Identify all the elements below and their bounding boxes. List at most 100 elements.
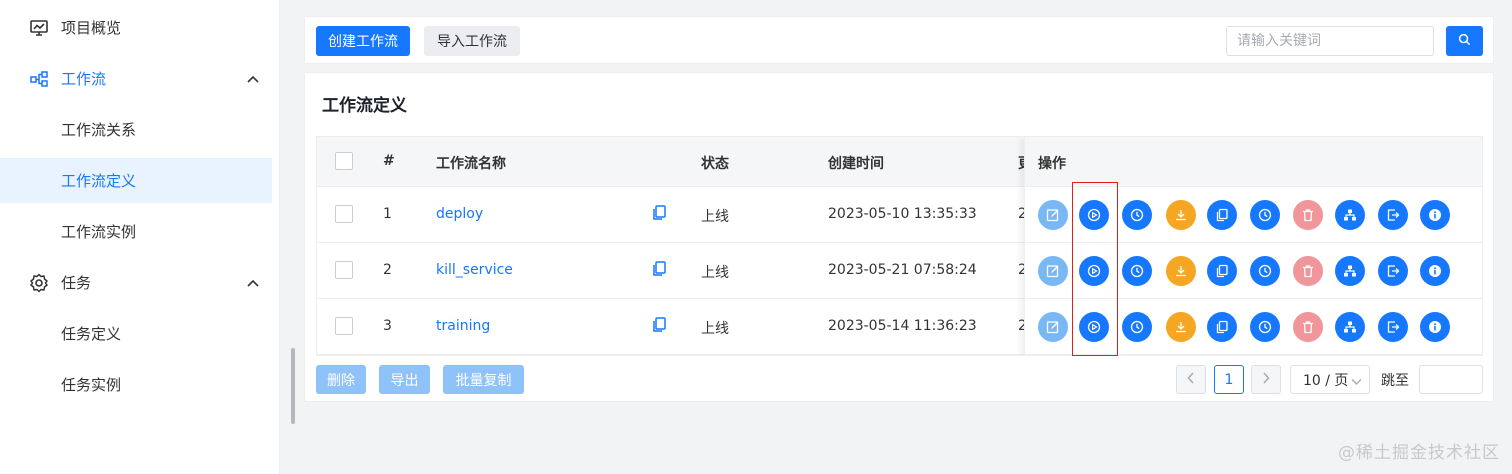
sidebar-item-task-definition[interactable]: 任务定义 bbox=[0, 311, 272, 356]
run-action-button[interactable] bbox=[1079, 200, 1109, 230]
workflow-table: # 工作流名称 状态 创建时间 更 1 deploy 上线 2023-05-10… bbox=[316, 136, 1483, 356]
workflow-icon bbox=[28, 68, 50, 90]
timing-action-button[interactable] bbox=[1122, 256, 1152, 286]
export-action-button[interactable] bbox=[1378, 256, 1408, 286]
copy-icon bbox=[1215, 264, 1229, 278]
select-all-checkbox[interactable] bbox=[335, 152, 353, 170]
copy-action-button[interactable] bbox=[1207, 312, 1237, 342]
gear-icon bbox=[28, 272, 50, 294]
copy-name-icon[interactable] bbox=[652, 205, 666, 225]
export-action-button[interactable] bbox=[1378, 200, 1408, 230]
sidebar-item-label: 工作流实例 bbox=[61, 223, 137, 241]
info-action-button[interactable] bbox=[1420, 256, 1450, 286]
sidebar-item-task-instance[interactable]: 任务实例 bbox=[0, 362, 272, 407]
run-action-button[interactable] bbox=[1079, 312, 1109, 342]
delete-action-button[interactable] bbox=[1293, 312, 1323, 342]
chevron-up-icon[interactable] bbox=[244, 70, 262, 88]
timing-icon bbox=[1130, 264, 1144, 278]
copy-name-icon[interactable] bbox=[652, 261, 666, 281]
tree-action-button[interactable] bbox=[1335, 200, 1365, 230]
timing-manage-action-button[interactable] bbox=[1250, 200, 1280, 230]
download-action-button[interactable] bbox=[1166, 256, 1196, 286]
copy-action-button[interactable] bbox=[1207, 256, 1237, 286]
edit-action-button[interactable] bbox=[1038, 312, 1068, 342]
status-text: 上线 bbox=[701, 321, 729, 337]
export-button[interactable]: 导出 bbox=[379, 365, 430, 394]
export-icon bbox=[1386, 320, 1400, 334]
info-action-button[interactable] bbox=[1420, 312, 1450, 342]
download-action-button[interactable] bbox=[1166, 312, 1196, 342]
delete-action-button[interactable] bbox=[1293, 256, 1323, 286]
tree-action-button[interactable] bbox=[1335, 312, 1365, 342]
row-checkbox[interactable] bbox=[335, 261, 353, 279]
copy-action-button[interactable] bbox=[1207, 200, 1237, 230]
create-workflow-button[interactable]: 创建工作流 bbox=[316, 26, 410, 56]
scrollbar-thumb[interactable] bbox=[291, 348, 295, 424]
edit-action-button[interactable] bbox=[1038, 256, 1068, 286]
download-icon bbox=[1174, 208, 1188, 222]
edit-action-button[interactable] bbox=[1038, 200, 1068, 230]
batch-copy-button[interactable]: 批量复制 bbox=[443, 365, 524, 394]
page-number-button[interactable]: 1 bbox=[1214, 365, 1244, 394]
row-checkbox[interactable] bbox=[335, 205, 353, 223]
chevron-left-icon bbox=[1187, 371, 1195, 388]
tree-icon bbox=[1343, 208, 1357, 222]
sidebar-item-task[interactable]: 任务 bbox=[0, 260, 272, 305]
timing-icon bbox=[1130, 320, 1144, 334]
sidebar: 项目概览 工作流 工作流关系 工作流定义 工作流实例 任务 任务定义 任务实例 bbox=[0, 0, 280, 474]
delete-icon bbox=[1301, 320, 1315, 334]
page-size-select[interactable]: 10 / 页 bbox=[1290, 365, 1370, 394]
sidebar-item-label: 工作流关系 bbox=[61, 121, 137, 139]
workflow-name-link[interactable]: training bbox=[436, 318, 490, 334]
sidebar-item-label: 项目概览 bbox=[61, 19, 122, 37]
row-index: 3 bbox=[383, 318, 392, 334]
info-action-button[interactable] bbox=[1420, 200, 1450, 230]
copy-icon bbox=[1215, 208, 1229, 222]
timing-action-button[interactable] bbox=[1122, 312, 1152, 342]
info-icon bbox=[1428, 264, 1442, 278]
delete-action-button[interactable] bbox=[1293, 200, 1323, 230]
tree-action-button[interactable] bbox=[1335, 256, 1365, 286]
run-icon bbox=[1087, 208, 1101, 222]
search-button[interactable] bbox=[1446, 26, 1483, 56]
column-header-index: # bbox=[383, 153, 395, 169]
timing-icon bbox=[1130, 208, 1144, 222]
sidebar-item-label: 工作流 bbox=[61, 70, 107, 88]
timing-manage-action-button[interactable] bbox=[1250, 256, 1280, 286]
export-icon bbox=[1386, 264, 1400, 278]
export-action-button[interactable] bbox=[1378, 312, 1408, 342]
copy-icon bbox=[1215, 320, 1229, 334]
prev-page-button[interactable] bbox=[1176, 365, 1206, 394]
row-checkbox[interactable] bbox=[335, 317, 353, 335]
timing-manage-icon bbox=[1258, 208, 1272, 222]
tree-icon bbox=[1343, 320, 1357, 334]
monitor-chart-icon bbox=[28, 17, 50, 39]
copy-name-icon[interactable] bbox=[652, 317, 666, 337]
sidebar-item-project-overview[interactable]: 项目概览 bbox=[0, 5, 272, 50]
search-input[interactable] bbox=[1226, 26, 1434, 56]
column-header-ops: 操作 bbox=[1038, 156, 1066, 172]
chevron-down-icon bbox=[1351, 374, 1362, 390]
delete-button[interactable]: 删除 bbox=[316, 365, 366, 394]
chevron-up-icon[interactable] bbox=[244, 274, 262, 292]
column-header-created: 创建时间 bbox=[828, 156, 884, 172]
workflow-name-link[interactable]: kill_service bbox=[436, 262, 513, 278]
sidebar-item-workflow-definition[interactable]: 工作流定义 bbox=[0, 158, 272, 203]
jump-page-input[interactable] bbox=[1419, 365, 1483, 394]
sidebar-item-workflow-instance[interactable]: 工作流实例 bbox=[0, 209, 272, 254]
toolbar: 创建工作流 导入工作流 bbox=[304, 16, 1494, 64]
import-workflow-button[interactable]: 导入工作流 bbox=[424, 26, 520, 56]
next-page-button[interactable] bbox=[1251, 365, 1281, 394]
workflow-name-link[interactable]: deploy bbox=[436, 206, 483, 222]
timing-manage-icon bbox=[1258, 320, 1272, 334]
delete-icon bbox=[1301, 208, 1315, 222]
sidebar-item-workflow[interactable]: 工作流 bbox=[0, 56, 272, 101]
card-title: 工作流定义 bbox=[322, 96, 407, 116]
download-action-button[interactable] bbox=[1166, 200, 1196, 230]
search-icon bbox=[1458, 33, 1471, 49]
timing-action-button[interactable] bbox=[1122, 200, 1152, 230]
sidebar-item-workflow-relation[interactable]: 工作流关系 bbox=[0, 107, 272, 152]
column-header-name: 工作流名称 bbox=[436, 156, 506, 172]
timing-manage-action-button[interactable] bbox=[1250, 312, 1280, 342]
run-action-button[interactable] bbox=[1079, 256, 1109, 286]
